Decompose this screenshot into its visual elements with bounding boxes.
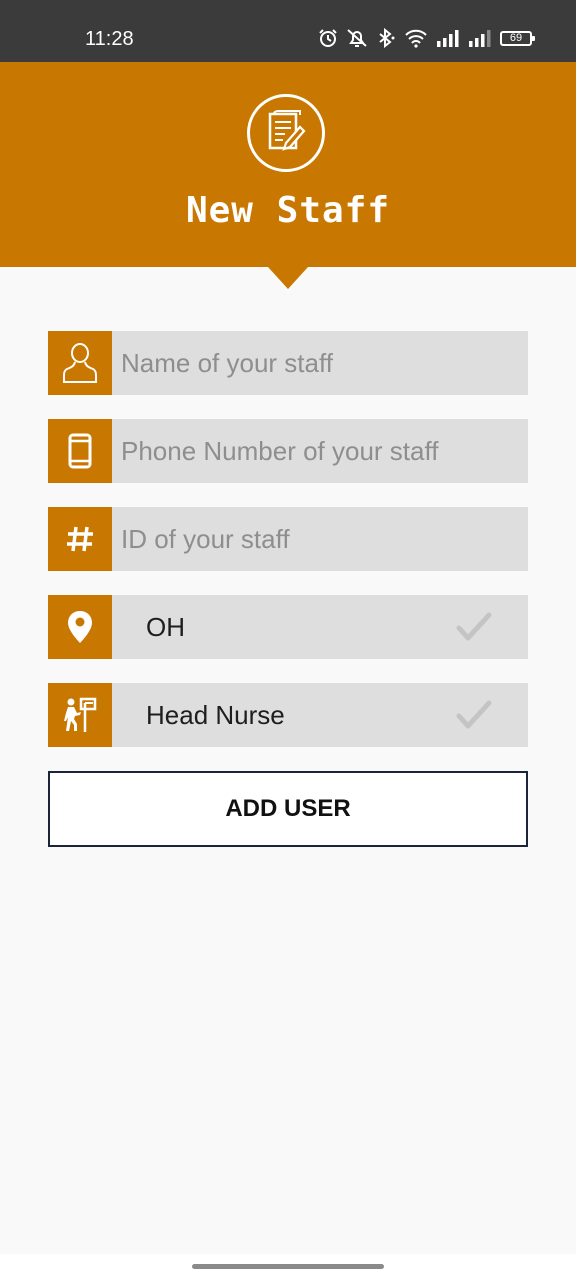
home-gesture-handle[interactable] — [192, 1264, 384, 1269]
staff-name-placeholder: Name of your staff — [121, 348, 333, 378]
staff-phone-placeholder: Phone Number of your staff — [121, 436, 439, 466]
person-icon — [48, 331, 112, 395]
role-select[interactable]: Head Nurse — [48, 683, 528, 747]
phone-icon — [48, 419, 112, 483]
battery-icon: 69 — [500, 30, 535, 46]
notifications-off-icon — [347, 29, 367, 47]
role-value: Head Nurse — [146, 700, 285, 730]
location-select[interactable]: OH — [48, 595, 528, 659]
check-icon — [456, 700, 492, 729]
staff-phone-field[interactable]: Phone Number of your staff — [48, 419, 528, 483]
hash-icon — [48, 507, 112, 571]
location-pin-icon — [48, 595, 112, 659]
check-icon — [456, 612, 492, 641]
page-title: New Staff — [185, 190, 391, 231]
signal-icon — [437, 30, 459, 47]
status-icons: 69 — [318, 26, 535, 50]
signal-icon — [469, 30, 491, 47]
wifi-icon — [405, 29, 427, 48]
add-user-button[interactable]: ADD USER — [48, 771, 528, 847]
edit-document-icon — [247, 94, 325, 172]
status-time: 11:28 — [85, 28, 134, 50]
header-pointer — [268, 267, 308, 289]
staff-id-placeholder: ID of your staff — [121, 524, 290, 554]
alarm-icon — [319, 29, 337, 47]
location-value: OH — [146, 612, 185, 642]
staff-id-field[interactable]: ID of your staff — [48, 507, 528, 571]
staff-sign-icon — [48, 683, 112, 747]
staff-name-field[interactable]: Name of your staff — [48, 331, 528, 395]
bluetooth-icon — [379, 28, 395, 48]
status-bar: 11:28 69 — [0, 0, 576, 62]
